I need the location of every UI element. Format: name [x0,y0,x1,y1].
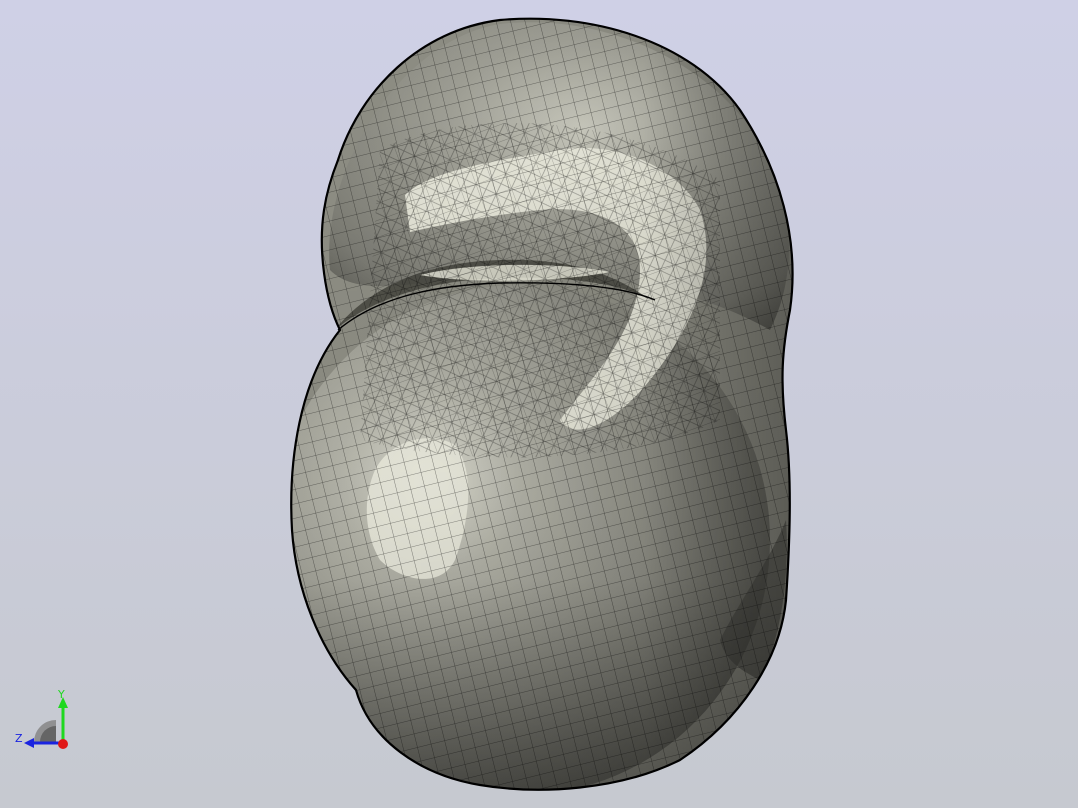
3d-viewport[interactable]: Y Z [0,0,1078,808]
meshed-solid-model[interactable] [270,10,800,800]
x-axis-marker [58,739,68,749]
axis-triad[interactable]: Y Z [10,684,80,756]
model-mesh-triangles [360,122,720,458]
z-axis-arrow-head [24,738,34,748]
axis-triad-graphic [24,697,68,749]
y-axis-label: Y [58,688,65,701]
z-axis-label: Z [15,732,23,745]
viewport-scene[interactable] [0,0,1078,808]
